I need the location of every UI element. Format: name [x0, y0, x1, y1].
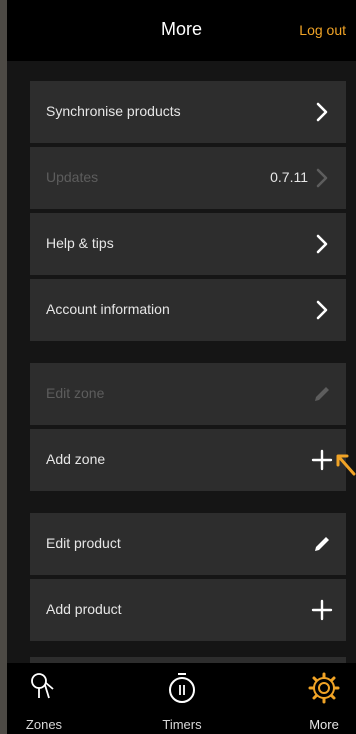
updates-label: Updates	[46, 169, 99, 185]
tab-more-label: More	[309, 717, 339, 732]
tab-zones-label: Zones	[25, 717, 63, 732]
edit-product-label: Edit product	[46, 535, 121, 551]
phone-screen: More Log out Synchronise products Update…	[7, 0, 356, 734]
chevron-right-icon	[316, 234, 328, 254]
account-information-row[interactable]: Account information	[30, 279, 346, 341]
edit-zone-label: Edit zone	[46, 385, 105, 401]
add-product-label: Add product	[46, 601, 122, 617]
tab-bar: Zones Timers More	[7, 663, 356, 734]
pencil-icon	[315, 387, 329, 401]
help-tips-row[interactable]: Help & tips	[30, 213, 346, 275]
chevron-right-icon	[316, 300, 328, 320]
zones-icon	[31, 673, 54, 699]
synchronise-products-label: Synchronise products	[46, 103, 181, 119]
add-product-row[interactable]: Add product	[30, 579, 346, 641]
add-zone-label: Add zone	[46, 451, 106, 467]
add-zone-row[interactable]: Add zone	[30, 429, 346, 491]
tab-zones[interactable]: Zones	[7, 663, 99, 734]
timer-icon	[169, 673, 195, 703]
plus-icon	[311, 449, 333, 471]
annotation-arrow-icon	[336, 454, 356, 476]
edit-product-row[interactable]: Edit product	[30, 513, 346, 575]
top-bar: More Log out	[7, 0, 356, 61]
pencil-icon	[315, 537, 329, 551]
synchronise-products-row[interactable]: Synchronise products	[30, 81, 346, 143]
edit-zone-row[interactable]: Edit zone	[30, 363, 346, 425]
tab-more[interactable]: More	[269, 663, 356, 734]
chevron-right-icon	[316, 102, 328, 122]
logout-button[interactable]: Log out	[299, 22, 346, 38]
help-tips-label: Help & tips	[46, 235, 114, 251]
tab-timers[interactable]: Timers	[127, 663, 237, 734]
gear-icon	[308, 672, 340, 704]
tab-timers-label: Timers	[162, 717, 202, 732]
version-value: 0.7.11	[270, 169, 308, 185]
updates-row[interactable]: Updates 0.7.11	[30, 147, 346, 209]
chevron-right-icon	[316, 168, 328, 188]
account-information-label: Account information	[46, 301, 170, 317]
plus-icon	[311, 599, 333, 621]
